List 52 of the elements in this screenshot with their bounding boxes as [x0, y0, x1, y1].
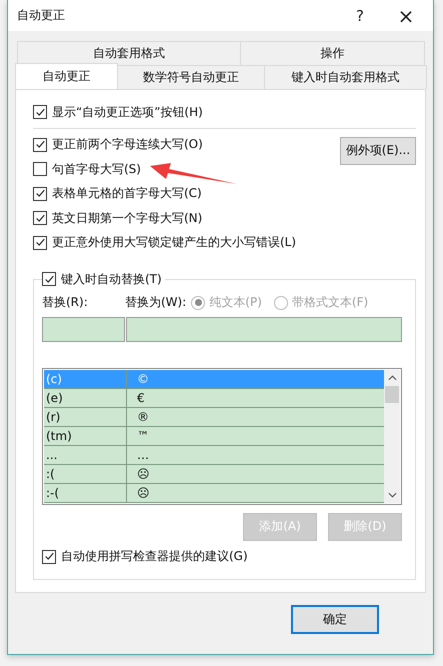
- checkbox[interactable]: [42, 272, 56, 286]
- checkbox-option[interactable]: 更正前两个字母连续大写(O): [33, 132, 296, 157]
- checkbox[interactable]: [33, 236, 47, 250]
- table-cell-text: ©: [136, 372, 149, 386]
- table-cell-text: ☹: [136, 466, 150, 480]
- checkbox[interactable]: [33, 186, 47, 201]
- table-cell-text: ™: [136, 428, 149, 442]
- table-cell-text: …: [136, 448, 149, 462]
- checkbox[interactable]: [33, 138, 47, 152]
- checkbox-option[interactable]: 英文日期第一个字母大写(N): [33, 206, 296, 230]
- table-cell: (tm): [44, 426, 127, 444]
- replace-with-label: 替换为(W):: [125, 294, 186, 311]
- list-row[interactable]: :( ☹: [44, 464, 384, 484]
- list-row[interactable]: (e) €: [44, 388, 384, 408]
- list-row[interactable]: (tm) ™: [44, 426, 384, 446]
- list-row[interactable]: :-( ☹: [44, 484, 384, 502]
- scrollbar[interactable]: [384, 370, 400, 502]
- checkbox[interactable]: [33, 162, 47, 176]
- tab[interactable]: 自动套用格式: [17, 41, 241, 65]
- table-cell: :-(: [44, 484, 127, 502]
- tab[interactable]: 自动更正: [15, 63, 118, 89]
- tab[interactable]: 键入时自动套用格式: [264, 65, 427, 89]
- scrollbar-thumb[interactable]: [385, 386, 399, 402]
- checkbox[interactable]: [33, 105, 47, 120]
- checkbox-option[interactable]: 句首字母大写(S): [33, 157, 296, 182]
- checkbox-option[interactable]: 显示“自动更正选项”按钮(H): [33, 100, 416, 124]
- replace-label: 替换(R):: [42, 294, 89, 311]
- checkbox[interactable]: [42, 550, 56, 564]
- exceptions-button[interactable]: 例外项(E)...: [340, 136, 416, 164]
- scroll-up-icon[interactable]: [388, 374, 396, 380]
- table-cell-text: ®: [136, 410, 149, 424]
- list-row[interactable]: ... …: [44, 446, 384, 464]
- table-cell: (e): [44, 388, 127, 406]
- table-cell: (c): [44, 370, 127, 388]
- replace-field[interactable]: [42, 316, 125, 342]
- table-cell: ...: [44, 446, 127, 464]
- checkbox-option[interactable]: 更正意外使用大写锁定键产生的大小写错误(L): [33, 230, 296, 255]
- close-button[interactable]: ×: [383, 0, 429, 31]
- replace-with-field[interactable]: [126, 316, 402, 342]
- help-button[interactable]: ?: [337, 0, 383, 31]
- checkbox-option[interactable]: 表格单元格的首字母大写(C): [33, 182, 296, 206]
- table-cell-text: €: [136, 390, 145, 404]
- table-cell-text: ☹: [136, 486, 150, 500]
- list-row[interactable]: (r) ®: [44, 408, 384, 426]
- window-title: 自动更正: [17, 7, 66, 24]
- table-cell: :(: [44, 464, 127, 482]
- ok-button[interactable]: 确定: [291, 605, 379, 634]
- table-cell: (r): [44, 408, 127, 426]
- checkbox[interactable]: [33, 211, 47, 226]
- checkbox-option[interactable]: 自动使用拼写检查器提供的建议(G): [42, 544, 402, 569]
- tab[interactable]: 操作: [240, 41, 425, 65]
- scroll-down-icon[interactable]: [388, 492, 396, 498]
